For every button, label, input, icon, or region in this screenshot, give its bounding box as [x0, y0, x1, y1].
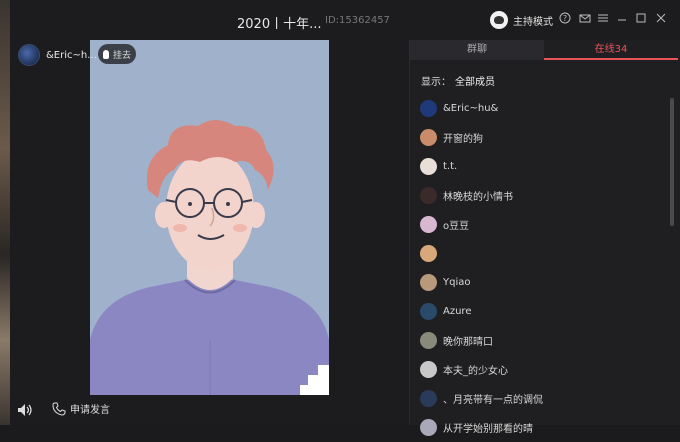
member-item[interactable]: 从开学始别那看的晴 [420, 413, 665, 442]
voice-room-window: 2020丨十年... ID:15362457 主持模式 ? &Eric~h...… [10, 0, 680, 436]
volume-icon[interactable] [16, 401, 34, 419]
member-name: Azure [443, 306, 472, 317]
help-icon[interactable]: ? [557, 12, 573, 28]
member-name: 、月亮带有一点的调侃 [443, 395, 543, 406]
member-name: &Eric~hu& [443, 103, 499, 114]
window-title: 2020丨十年... [237, 17, 322, 32]
tab-online[interactable]: 在线34 [544, 40, 678, 60]
minimize-icon[interactable] [614, 12, 630, 28]
title-bar: 2020丨十年... ID:15362457 主持模式 ? [10, 0, 680, 40]
desktop-background-strip [0, 0, 10, 425]
member-avatar [420, 216, 437, 233]
member-name: 开窗的狗 [443, 134, 483, 145]
member-avatar [420, 332, 437, 349]
member-item[interactable]: 本夫_的少女心 [420, 355, 665, 384]
member-name: Yqiao [443, 277, 471, 288]
host-avatar [490, 11, 508, 29]
member-avatar [420, 187, 437, 204]
stage-area: &Eric~h... 挂去 申请发言 [10, 40, 409, 425]
bottom-bar: 申请发言 [10, 395, 409, 425]
member-name: 晚你那晴口 [443, 337, 493, 348]
member-avatar [420, 129, 437, 146]
member-name: 林晚枝的小情书 [443, 192, 513, 203]
speaker-avatar [18, 44, 40, 66]
hangup-label: 挂去 [112, 50, 131, 61]
member-avatar [420, 419, 437, 436]
member-avatar [420, 274, 437, 291]
filter-label: 显示： [421, 77, 451, 88]
apply-to-speak-label: 申请发言 [70, 405, 110, 416]
member-name: 从开学始别那看的晴 [443, 424, 533, 435]
room-id: ID:15362457 [325, 15, 390, 26]
member-avatar [420, 245, 437, 262]
member-avatar [420, 100, 437, 117]
filter-value: 全部成员 [455, 77, 495, 88]
member-sidebar: 群聊 在线34 显示： 全部成员 &Eric~hu& 开窗的狗 t.t. 林晚枝的… [409, 40, 680, 436]
member-list-scrollbar[interactable] [670, 98, 674, 226]
member-name: o豆豆 [443, 221, 470, 232]
member-item[interactable]: 、月亮带有一点的调侃 [420, 384, 665, 413]
member-avatar [420, 361, 437, 378]
member-name: t.t. [443, 161, 458, 172]
maximize-icon[interactable] [633, 12, 649, 28]
close-icon[interactable] [653, 12, 669, 28]
svg-text:?: ? [563, 14, 567, 23]
host-mode-label: 主持模式 [513, 16, 553, 28]
member-item[interactable]: Azure [420, 297, 665, 326]
sidebar-tabs: 群聊 在线34 [410, 40, 680, 60]
speaker-illustration [90, 40, 329, 395]
member-name: 本夫_的少女心 [443, 366, 508, 377]
member-item[interactable]: 开窗的狗 [420, 123, 665, 152]
host-mode-button[interactable]: 主持模式 [490, 11, 553, 29]
apply-to-speak-button[interactable]: 申请发言 [52, 401, 110, 416]
member-avatar [420, 158, 437, 175]
member-item[interactable] [420, 239, 665, 268]
member-item[interactable]: &Eric~hu& [420, 94, 665, 123]
tab-group-chat[interactable]: 群聊 [410, 40, 544, 60]
member-filter[interactable]: 显示： 全部成员 [421, 73, 495, 88]
member-item[interactable]: Yqiao [420, 268, 665, 297]
member-avatar [420, 303, 437, 320]
speaker-name: &Eric~h... [46, 49, 97, 61]
menu-icon[interactable] [595, 12, 611, 28]
member-item[interactable]: 晚你那晴口 [420, 326, 665, 355]
member-avatar [420, 390, 437, 407]
phone-icon [52, 402, 66, 416]
hangup-button[interactable]: 挂去 [98, 44, 136, 64]
member-item[interactable]: 林晚枝的小情书 [420, 181, 665, 210]
member-list: &Eric~hu& 开窗的狗 t.t. 林晚枝的小情书 o豆豆 Yqiao Az… [420, 94, 665, 442]
speaker-video [90, 40, 329, 395]
member-item[interactable]: t.t. [420, 152, 665, 181]
mic-icon [102, 49, 109, 59]
member-item[interactable]: o豆豆 [420, 210, 665, 239]
mail-icon[interactable] [577, 12, 593, 28]
speaker-chip[interactable]: &Eric~h... [18, 44, 97, 66]
